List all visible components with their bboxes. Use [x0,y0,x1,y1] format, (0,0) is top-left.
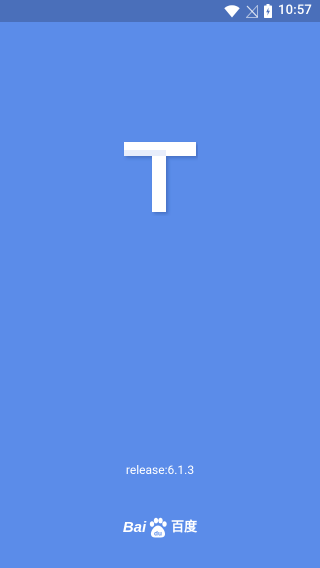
brand-latin-part2: i [142,519,147,536]
battery-charging-icon [264,4,273,18]
brand-chinese: 百度 [171,520,198,535]
status-bar: 10:57 [0,0,320,22]
release-version: release:6.1.3 [125,463,195,477]
status-time: 10:57 [278,3,312,18]
no-signal-icon [246,4,259,18]
baidu-brand-logo: Ba i du 百度 [0,516,320,540]
brand-latin-part1: Ba [122,519,142,536]
paw-icon: du [149,517,167,538]
wifi-icon [224,4,240,18]
app-logo-t-icon [122,140,198,216]
splash-screen: 10:57 release:6.1.3 Ba i du 百度 [0,0,320,568]
svg-text:du: du [154,531,162,538]
status-icons: 10:57 [224,0,312,22]
